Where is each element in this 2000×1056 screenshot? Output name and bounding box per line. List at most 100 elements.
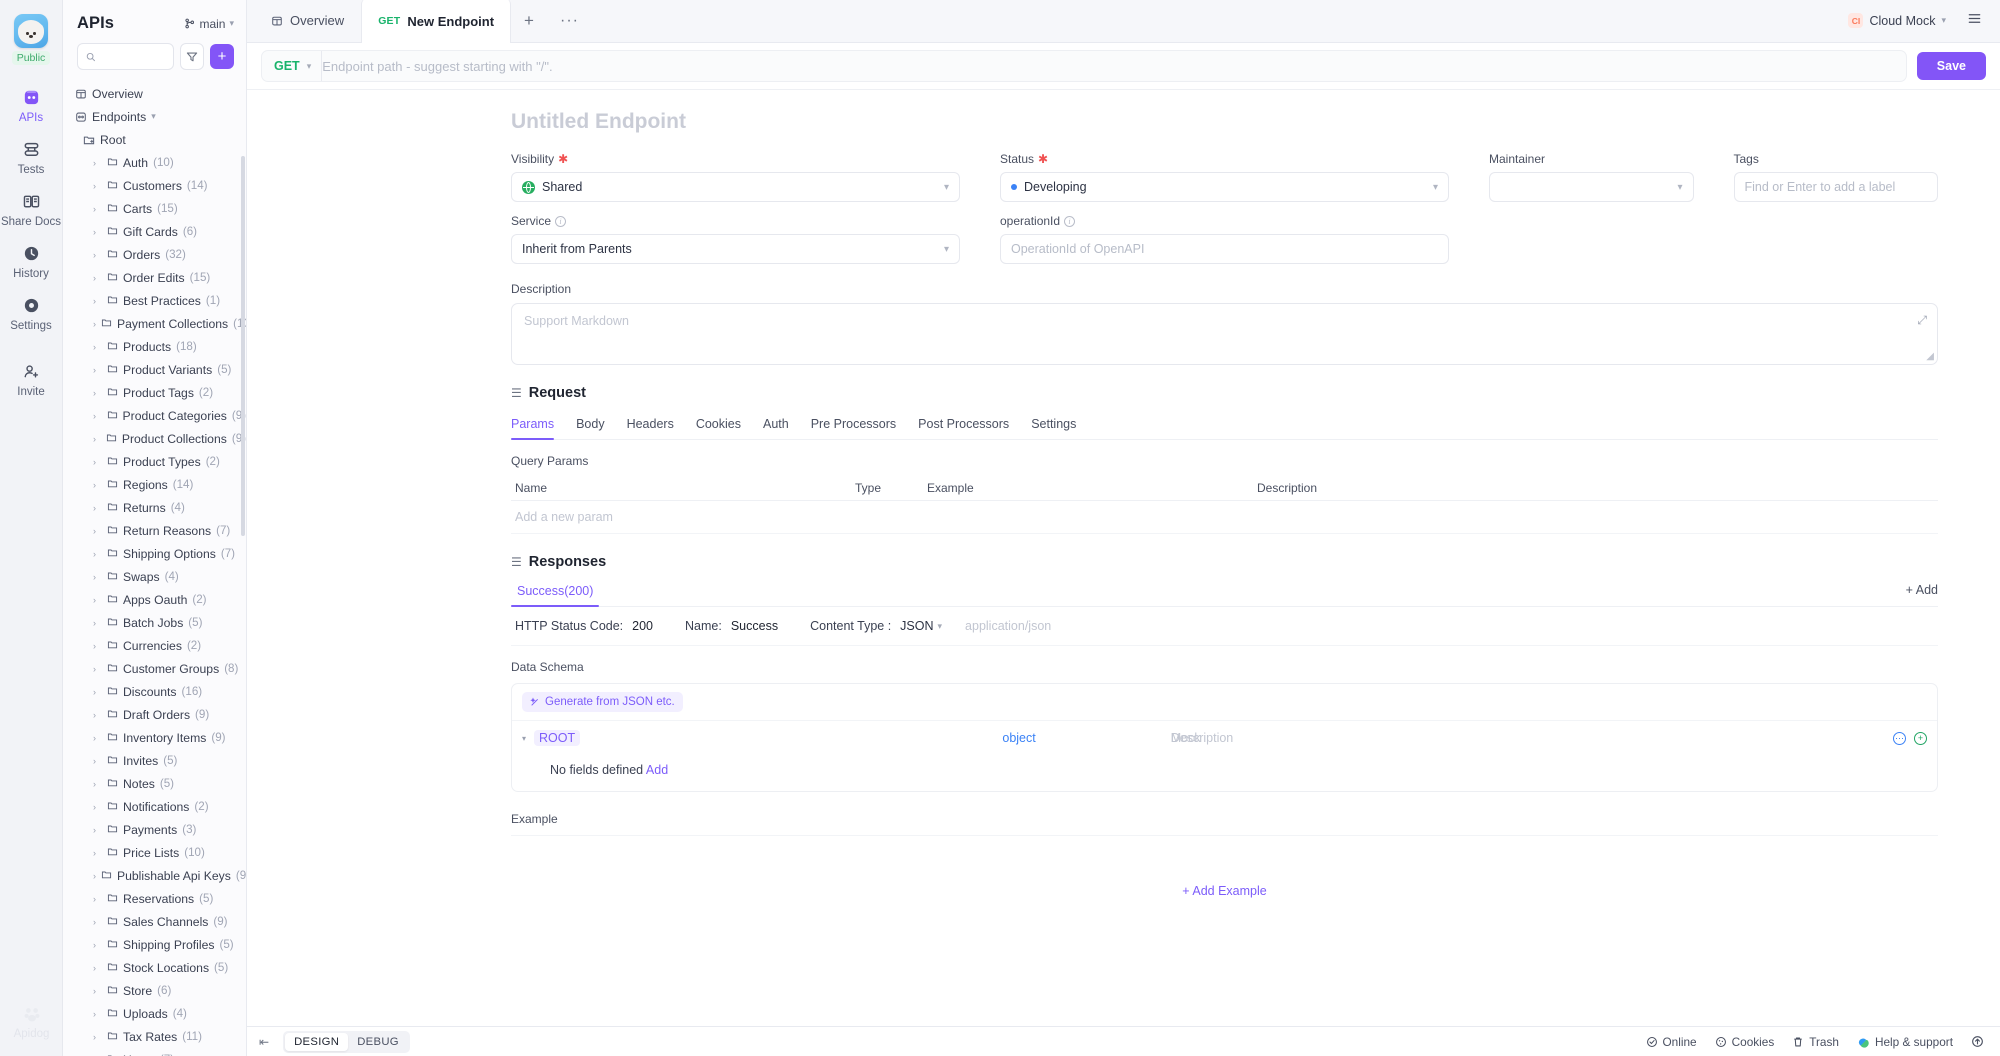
tab-post-processors[interactable]: Post Processors	[918, 411, 1009, 439]
sidebar-folder-item[interactable]: › Shipping Options (7)	[63, 542, 246, 565]
sidebar-folder-item[interactable]: › Publishable Api Keys (9)	[63, 864, 246, 887]
chevron-right-icon[interactable]: ›	[93, 664, 102, 674]
chevron-right-icon[interactable]: ›	[93, 457, 102, 467]
chevron-right-icon[interactable]: ›	[93, 434, 101, 444]
tags-input[interactable]: Find or Enter to add a label	[1733, 172, 1938, 202]
sidebar-folder-item[interactable]: › Shipping Profiles (5)	[63, 933, 246, 956]
service-select[interactable]: Inherit from Parents ▾	[511, 234, 960, 264]
chevron-right-icon[interactable]: ›	[93, 250, 102, 260]
filter-button[interactable]	[180, 43, 204, 70]
status-help[interactable]: Help & support	[1857, 1035, 1953, 1049]
sidebar-folder-item[interactable]: › Carts (15)	[63, 197, 246, 220]
info-icon[interactable]: i	[1064, 215, 1076, 227]
tab-params[interactable]: Params	[511, 411, 555, 440]
visibility-select[interactable]: Shared ▾	[511, 172, 960, 202]
chevron-right-icon[interactable]: ›	[93, 986, 102, 996]
chevron-right-icon[interactable]: ›	[93, 641, 102, 651]
collapse-icon[interactable]: ☰	[511, 555, 522, 569]
sidebar-folder-item[interactable]: › Stock Locations (5)	[63, 956, 246, 979]
avatar[interactable]	[13, 14, 48, 48]
chevron-right-icon[interactable]: ›	[93, 1009, 102, 1019]
sidebar-folder-item[interactable]: › Best Practices (1)	[63, 289, 246, 312]
chevron-right-icon[interactable]: ›	[93, 227, 102, 237]
chevron-right-icon[interactable]: ›	[93, 319, 96, 329]
page-title[interactable]: Untitled Endpoint	[511, 110, 1938, 134]
schema-description-column[interactable]: Description	[1171, 731, 1471, 745]
chevron-right-icon[interactable]: ›	[93, 687, 102, 697]
cloud-mock-selector[interactable]: CI Cloud Mock ▾	[1839, 8, 1955, 33]
add-new-param-row[interactable]: Add a new param	[511, 501, 1938, 534]
sidebar-folder-item[interactable]: › Reservations (5)	[63, 887, 246, 910]
add-example-button[interactable]: + Add Example	[1182, 884, 1266, 898]
chevron-right-icon[interactable]: ›	[93, 618, 102, 628]
content-type-select[interactable]: JSON ▾	[900, 619, 942, 633]
resize-handle-icon[interactable]: ◢	[1926, 351, 1934, 362]
sidebar-folder-item[interactable]: › Store (6)	[63, 979, 246, 1002]
chevron-right-icon[interactable]: ›	[93, 342, 102, 352]
chevron-right-icon[interactable]: ›	[93, 158, 102, 168]
chevron-right-icon[interactable]: ›	[93, 411, 102, 421]
chevron-right-icon[interactable]: ›	[93, 1032, 102, 1042]
add-field-icon[interactable]: +	[1914, 731, 1927, 745]
chevron-right-icon[interactable]: ›	[93, 296, 102, 306]
status-select[interactable]: Developing ▾	[1000, 172, 1449, 202]
sidebar-folder-item[interactable]: ›Payment Collections(10)	[63, 312, 246, 335]
chevron-right-icon[interactable]: ›	[93, 365, 102, 375]
sidebar-folder-item[interactable]: › Swaps (4)	[63, 565, 246, 588]
save-button[interactable]: Save	[1916, 52, 1986, 80]
add-button[interactable]: +	[210, 44, 234, 69]
sidebar-folder-item[interactable]: › Payments (3)	[63, 818, 246, 841]
sidebar-folder-item[interactable]: › Apps Oauth (2)	[63, 588, 246, 611]
collapse-panel-icon[interactable]: ⇤	[259, 1035, 273, 1049]
sidebar-folder-item[interactable]: › Orders (32)	[63, 243, 246, 266]
chevron-right-icon[interactable]: ›	[93, 549, 102, 559]
rail-item-share-docs[interactable]: Share Docs	[0, 183, 63, 235]
tab-auth[interactable]: Auth	[763, 411, 789, 439]
rail-item-apis[interactable]: APIs	[0, 79, 63, 131]
sidebar-folder-item[interactable]: › Currencies (2)	[63, 634, 246, 657]
chevron-right-icon[interactable]: ›	[93, 526, 102, 536]
rail-item-tests[interactable]: Tests	[0, 131, 63, 183]
chevron-right-icon[interactable]: ›	[93, 204, 102, 214]
rail-item-history[interactable]: History	[0, 235, 63, 287]
tab-success-200[interactable]: Success(200)	[511, 578, 600, 607]
chevron-right-icon[interactable]: ›	[93, 273, 102, 283]
chevron-right-icon[interactable]: ›	[93, 963, 102, 973]
chevron-down-icon[interactable]: ▾	[522, 734, 534, 743]
sidebar-item-overview[interactable]: Overview	[63, 82, 246, 105]
new-tab-button[interactable]: +	[511, 0, 547, 42]
sidebar-folder-item[interactable]: › Products (18)	[63, 335, 246, 358]
sidebar-folder-item[interactable]: › Product Categories (9)	[63, 404, 246, 427]
tab-pre-processors[interactable]: Pre Processors	[811, 411, 896, 439]
rail-item-invite[interactable]: Invite	[0, 353, 63, 405]
sidebar-folder-item[interactable]: › Return Reasons (7)	[63, 519, 246, 542]
no-fields-add-link[interactable]: Add	[646, 763, 668, 777]
sidebar-folder-item[interactable]: › Tax Rates (11)	[63, 1025, 246, 1048]
rail-item-settings[interactable]: Settings	[0, 287, 63, 339]
sidebar-folder-item[interactable]: ›Users(7)	[63, 1048, 246, 1056]
sidebar-folder-item[interactable]: › Uploads (4)	[63, 1002, 246, 1025]
sidebar-scrollbar[interactable]	[241, 156, 245, 536]
sidebar-folder-item[interactable]: › Discounts (16)	[63, 680, 246, 703]
sidebar-folder-item[interactable]: › Customers (14)	[63, 174, 246, 197]
tab-cookies[interactable]: Cookies	[696, 411, 741, 439]
description-editor[interactable]: Support Markdown ⤢ ◢	[511, 303, 1938, 365]
main-menu-button[interactable]	[1959, 5, 1990, 37]
mode-design[interactable]: DESIGN	[285, 1032, 349, 1051]
tab-body[interactable]: Body	[576, 411, 605, 439]
schema-root-type[interactable]: object	[1002, 731, 1035, 745]
search-input[interactable]	[101, 49, 165, 64]
sidebar-folder-item[interactable]: › Notes (5)	[63, 772, 246, 795]
collapse-icon[interactable]: ☰	[511, 386, 522, 400]
sidebar-folder-item[interactable]: › Sales Channels (9)	[63, 910, 246, 933]
schema-mock-column[interactable]: Mock	[1036, 731, 1201, 745]
status-trash[interactable]: Trash	[1792, 1035, 1839, 1049]
method-selector[interactable]: GET ▾	[262, 51, 323, 81]
chevron-right-icon[interactable]: ›	[93, 733, 102, 743]
chevron-right-icon[interactable]: ›	[93, 848, 102, 858]
sidebar-folder-item[interactable]: › Product Collections (9)	[63, 427, 246, 450]
status-online[interactable]: Online	[1646, 1035, 1697, 1049]
branch-selector[interactable]: main ▾	[184, 17, 234, 31]
chevron-right-icon[interactable]: ›	[93, 595, 102, 605]
endpoint-path-input[interactable]	[322, 51, 1906, 81]
